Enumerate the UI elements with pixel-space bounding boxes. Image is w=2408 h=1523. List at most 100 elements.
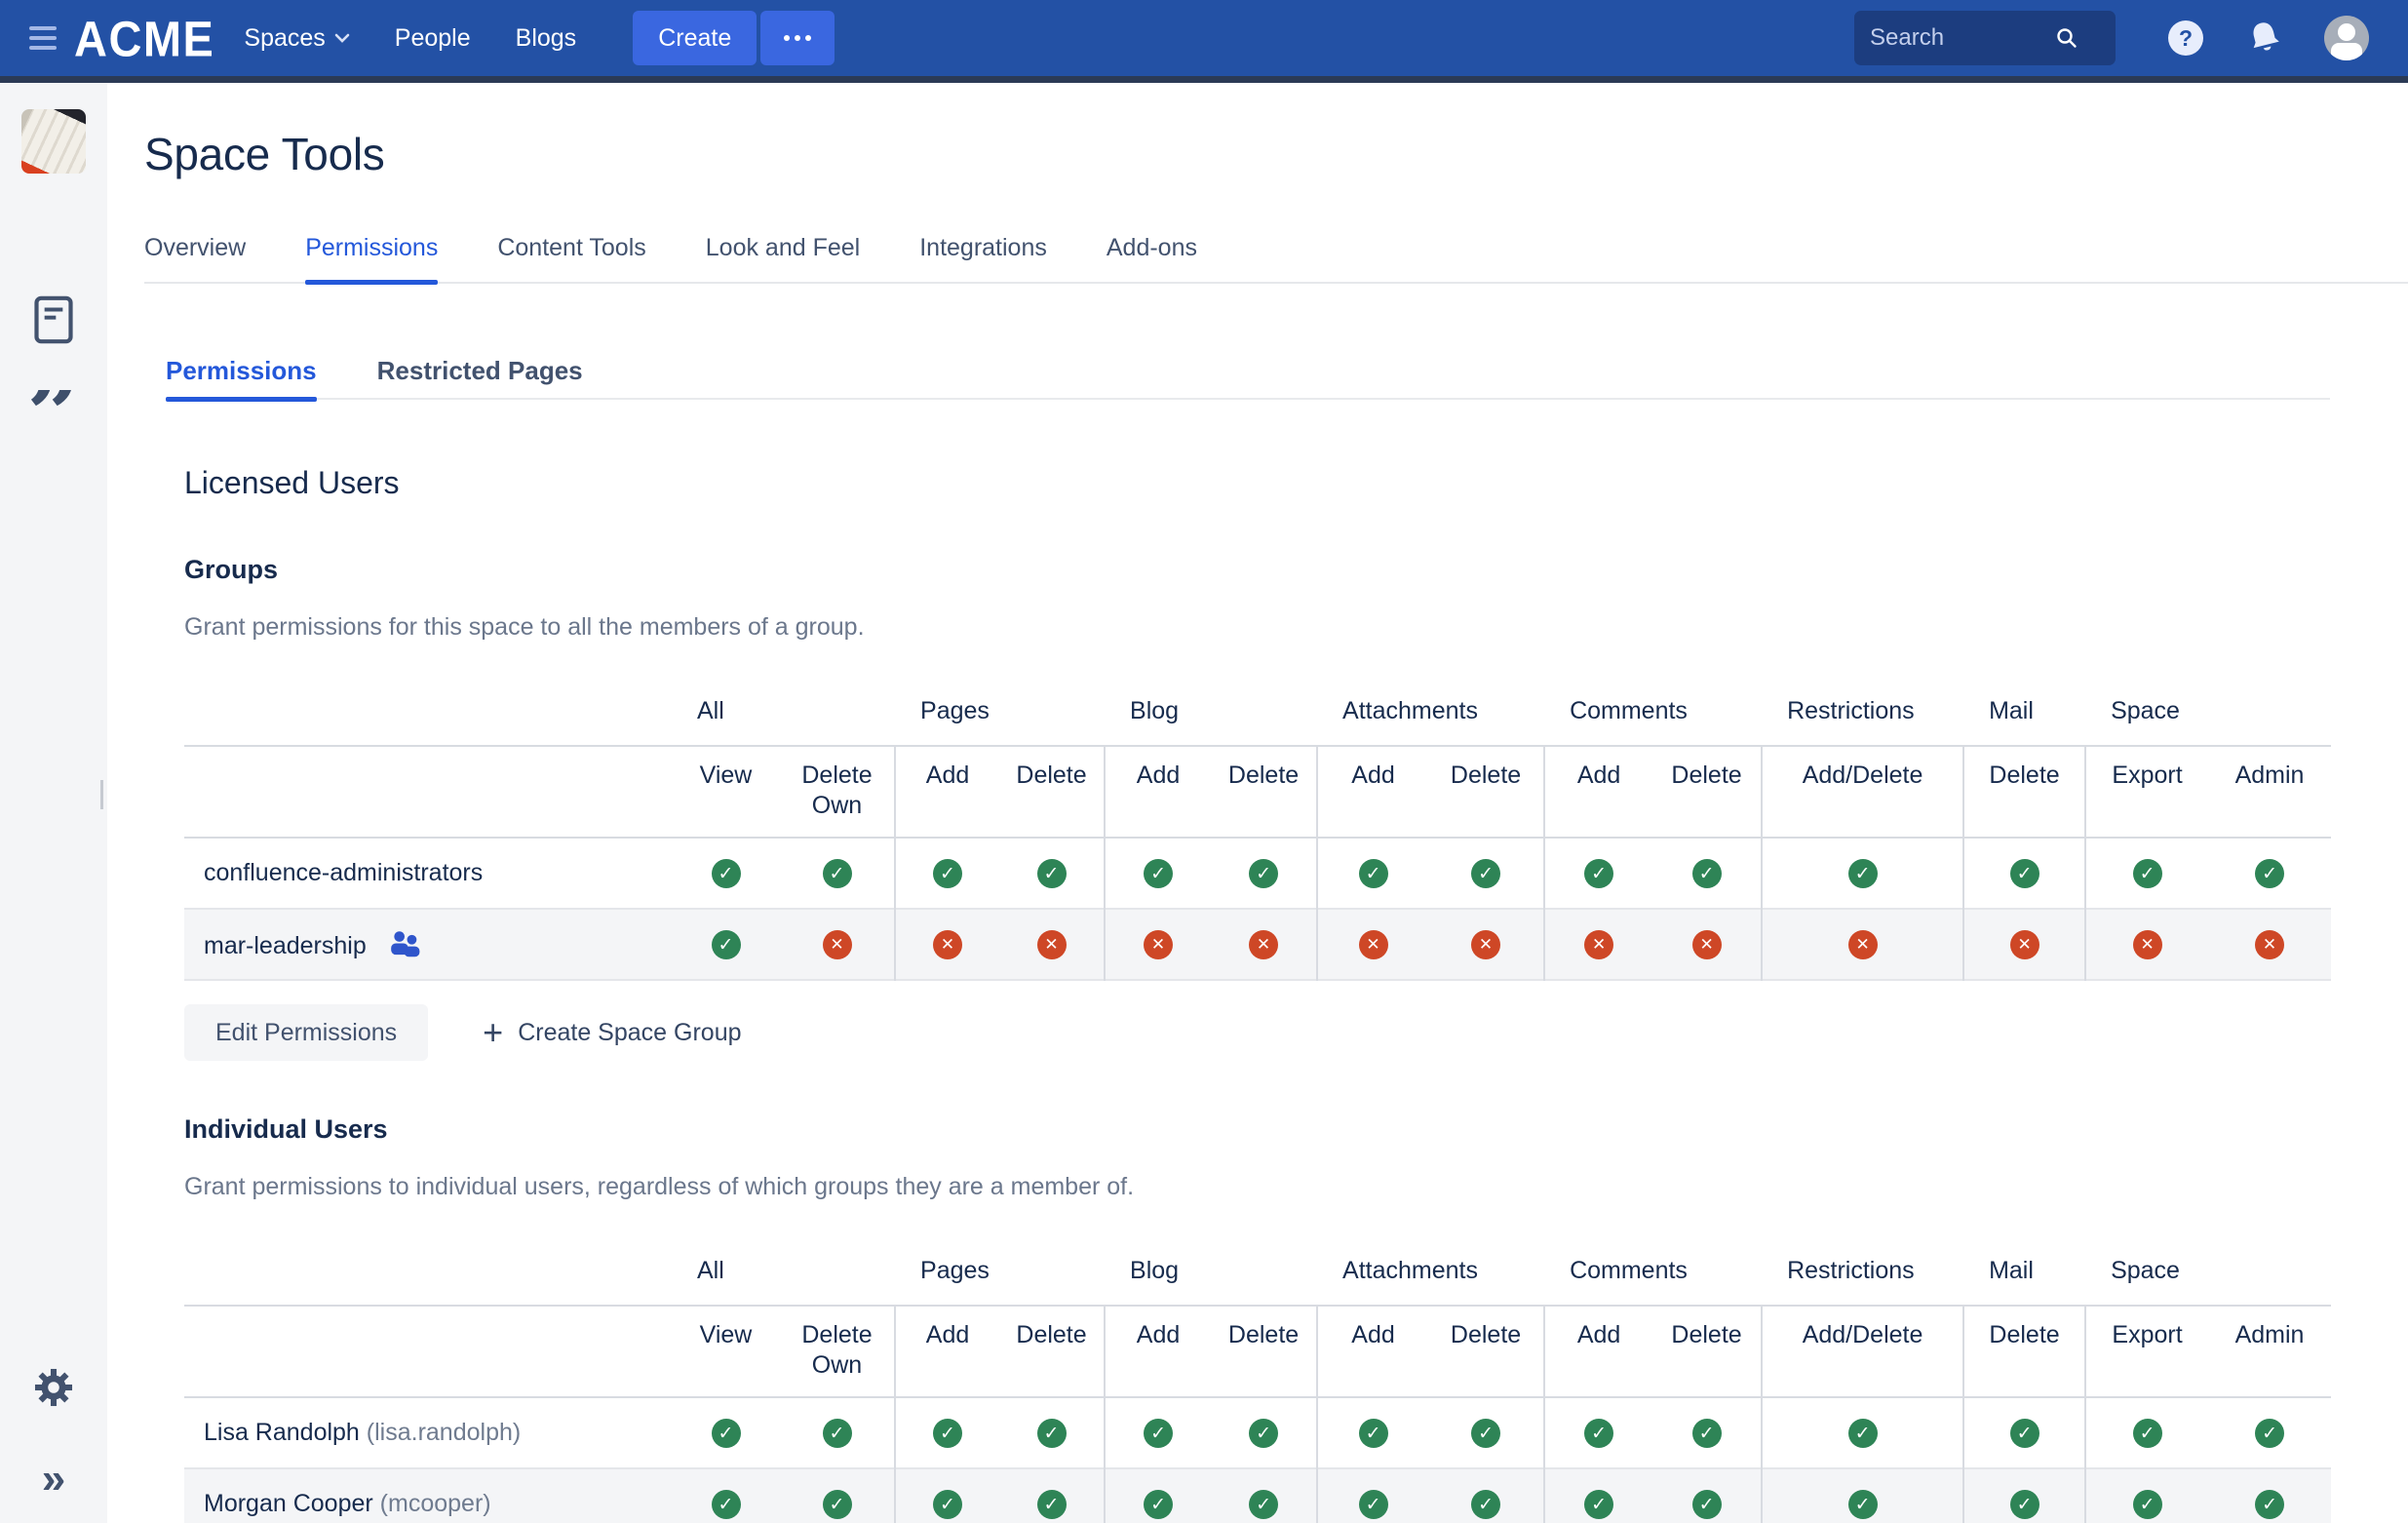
permission-cell: ✓ xyxy=(1428,838,1544,909)
nav-item-blogs[interactable]: Blogs xyxy=(516,24,577,53)
allow-icon: ✓ xyxy=(1692,1490,1722,1519)
allow-icon: ✓ xyxy=(1037,1419,1067,1448)
allow-icon: ✓ xyxy=(1692,1419,1722,1448)
allow-icon: ✓ xyxy=(1359,1490,1388,1519)
allow-icon: ✓ xyxy=(933,859,962,888)
space-logo-thumbnail[interactable] xyxy=(21,109,86,174)
permission-cell: ✓ xyxy=(1105,1397,1211,1468)
column-all-delete-own: Delete Own xyxy=(780,1306,895,1397)
create-space-group-label: Create Space Group xyxy=(518,1019,741,1047)
nav-item-people[interactable]: People xyxy=(395,24,471,53)
search-box[interactable] xyxy=(1854,11,2116,65)
allow-icon: ✓ xyxy=(712,930,741,959)
expand-sidebar-icon[interactable]: » xyxy=(42,1463,65,1496)
row-name: Morgan Cooper (mcooper) xyxy=(184,1468,672,1523)
permission-cell: ✕ xyxy=(780,909,895,980)
allow-icon: ✓ xyxy=(1249,1419,1278,1448)
allow-icon: ✓ xyxy=(1144,1490,1173,1519)
row-name: Lisa Randolph (lisa.randolph) xyxy=(184,1397,672,1468)
permission-cell: ✕ xyxy=(1963,909,2085,980)
tab-look-and-feel[interactable]: Look and Feel xyxy=(706,233,860,282)
permission-cell: ✓ xyxy=(895,1468,999,1523)
create-button[interactable]: Create xyxy=(633,11,757,65)
permission-cell: ✓ xyxy=(1317,1397,1428,1468)
permission-cell: ✓ xyxy=(999,1468,1105,1523)
column-group-blog: Blog xyxy=(1105,1248,1317,1306)
permission-cell: ✕ xyxy=(2085,909,2208,980)
deny-icon: ✕ xyxy=(2010,930,2039,959)
column-space-admin: Admin xyxy=(2208,746,2331,838)
allow-icon: ✓ xyxy=(823,1490,852,1519)
entity-name: Morgan Cooper xyxy=(204,1490,373,1517)
permission-cell: ✕ xyxy=(1105,909,1211,980)
allow-icon: ✓ xyxy=(1249,859,1278,888)
name-column-header xyxy=(184,1248,672,1306)
subtab-restricted-pages[interactable]: Restricted Pages xyxy=(377,356,583,398)
column-group-pages: Pages xyxy=(895,1248,1105,1306)
allow-icon: ✓ xyxy=(823,859,852,888)
column-all-view: View xyxy=(672,1306,780,1397)
tab-overview[interactable]: Overview xyxy=(144,233,246,282)
subtab-permissions[interactable]: Permissions xyxy=(166,356,317,398)
nav-right-cluster: ? xyxy=(1854,11,2369,65)
individual-users-heading: Individual Users xyxy=(184,1113,2408,1145)
table-row: mar-leadership✓✕✕✕✕✕✕✕✕✕✕✕✕✕ xyxy=(184,909,2331,980)
help-icon[interactable]: ? xyxy=(2168,20,2203,56)
settings-gear-icon[interactable] xyxy=(33,1367,74,1408)
permission-cell: ✓ xyxy=(1428,1468,1544,1523)
column-group-attachments: Attachments xyxy=(1317,1248,1544,1306)
allow-icon: ✓ xyxy=(1584,1419,1613,1448)
permission-cell: ✓ xyxy=(1211,1397,1317,1468)
permission-cell: ✕ xyxy=(2208,909,2331,980)
column-blog-delete: Delete xyxy=(1211,1306,1317,1397)
pages-icon[interactable] xyxy=(33,294,74,345)
allow-icon: ✓ xyxy=(933,1419,962,1448)
deny-icon: ✕ xyxy=(823,930,852,959)
deny-icon: ✕ xyxy=(2255,930,2284,959)
tab-integrations[interactable]: Integrations xyxy=(919,233,1047,282)
ellipsis-icon xyxy=(784,35,790,41)
entity-username: (lisa.randolph) xyxy=(367,1419,521,1446)
groups-permissions-table: AllPagesBlogAttachmentsCommentsRestricti… xyxy=(184,688,2331,981)
permission-cell: ✓ xyxy=(780,1397,895,1468)
allow-icon: ✓ xyxy=(2010,1419,2039,1448)
nav-item-spaces[interactable]: Spaces xyxy=(244,24,349,53)
permission-cell: ✓ xyxy=(2208,1397,2331,1468)
more-actions-button[interactable] xyxy=(760,11,835,65)
allow-icon: ✓ xyxy=(2133,1490,2162,1519)
permission-cell: ✓ xyxy=(895,1397,999,1468)
allow-icon: ✓ xyxy=(1037,859,1067,888)
column-attachments-delete: Delete xyxy=(1428,746,1544,838)
allow-icon: ✓ xyxy=(933,1490,962,1519)
table-row: Morgan Cooper (mcooper)✓✓✓✓✓✓✓✓✓✓✓✓✓✓ xyxy=(184,1468,2331,1523)
column-attachments-add: Add xyxy=(1317,1306,1428,1397)
permission-cell: ✓ xyxy=(1428,1397,1544,1468)
create-space-group-button[interactable]: + Create Space Group xyxy=(483,1018,741,1047)
column-attachments-delete: Delete xyxy=(1428,1306,1544,1397)
groups-actions: Edit Permissions + Create Space Group xyxy=(184,1004,2408,1061)
edit-permissions-button[interactable]: Edit Permissions xyxy=(184,1004,428,1061)
allow-icon: ✓ xyxy=(1584,1490,1613,1519)
space-tools-tabs: Overview Permissions Content Tools Look and… xyxy=(144,233,2408,284)
deny-icon: ✕ xyxy=(1471,930,1500,959)
column-space-export: Export xyxy=(2085,1306,2208,1397)
permission-cell: ✓ xyxy=(1105,838,1211,909)
tab-permissions[interactable]: Permissions xyxy=(305,233,438,282)
allow-icon: ✓ xyxy=(1692,859,1722,888)
user-avatar[interactable] xyxy=(2324,16,2369,60)
search-input[interactable] xyxy=(1870,24,2055,52)
hamburger-menu-icon[interactable] xyxy=(29,26,57,50)
row-name: mar-leadership xyxy=(184,909,672,980)
app-logo[interactable]: ACME xyxy=(74,9,214,66)
allow-icon: ✓ xyxy=(1848,859,1878,888)
permission-cell: ✓ xyxy=(1317,1468,1428,1523)
tab-add-ons[interactable]: Add-ons xyxy=(1107,233,1197,282)
permission-cell: ✓ xyxy=(999,838,1105,909)
name-column-header xyxy=(184,688,672,746)
quotes-icon[interactable]: ” xyxy=(26,390,80,441)
row-name: confluence-administrators xyxy=(184,838,672,909)
notifications-bell-icon[interactable] xyxy=(2246,20,2283,57)
tab-content-tools[interactable]: Content Tools xyxy=(497,233,645,282)
allow-icon: ✓ xyxy=(2010,1490,2039,1519)
permission-cell: ✓ xyxy=(1762,1397,1963,1468)
